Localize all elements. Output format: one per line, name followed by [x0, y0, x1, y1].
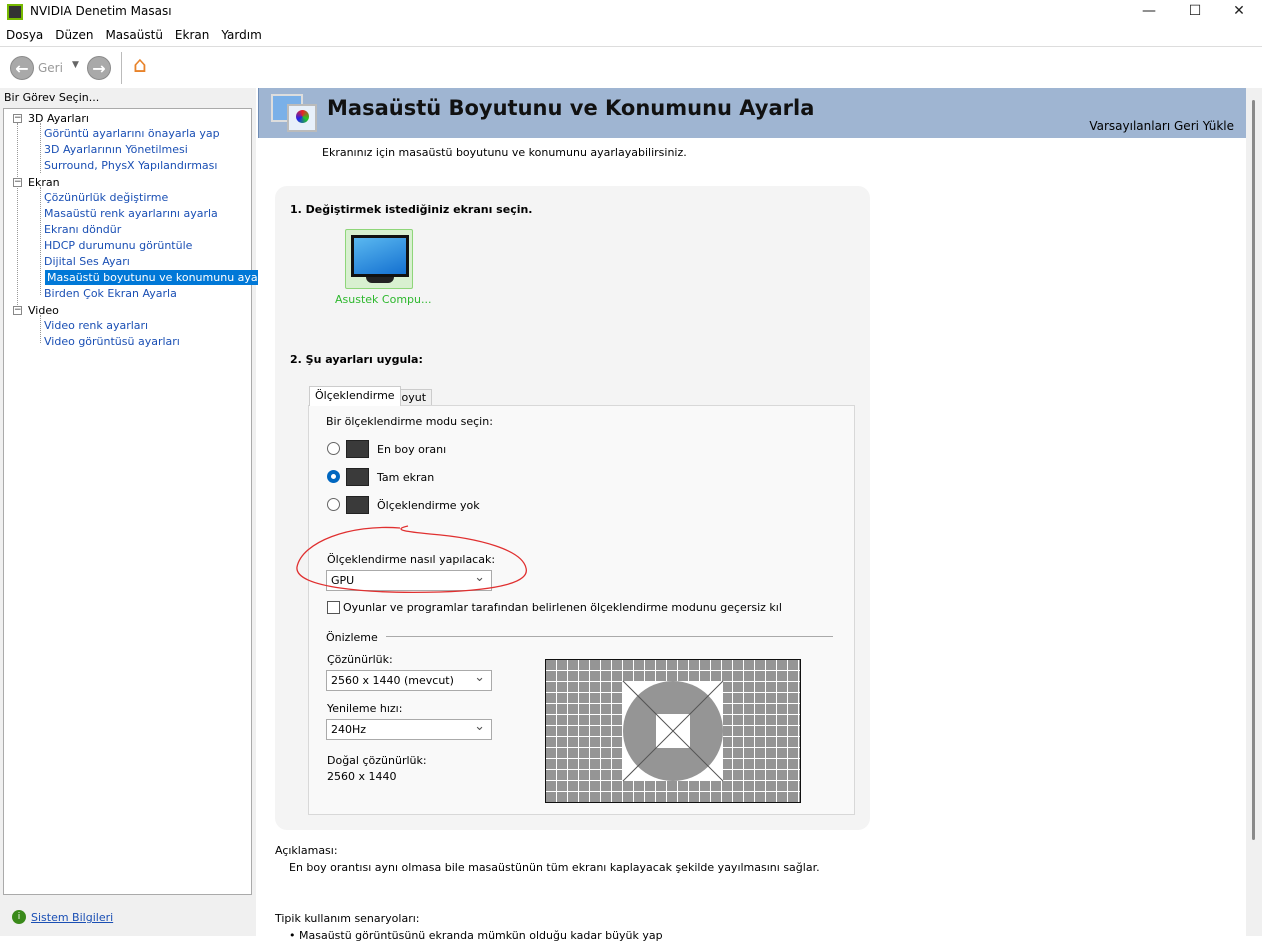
tree-item[interactable]: Ekranı döndür — [44, 222, 121, 237]
title-bar: NVIDIA Denetim Masası — ☐ ✕ — [0, 0, 1262, 24]
description-text: En boy orantısı aynı olmasa bile masaüst… — [289, 861, 820, 874]
tree-group-video[interactable]: Video — [28, 303, 59, 318]
forward-arrow-icon[interactable]: → — [87, 56, 111, 80]
tree-item[interactable]: 3D Ayarlarının Yönetilmesi — [44, 142, 188, 157]
tree-item[interactable]: Surround, PhysX Yapılandırması — [44, 158, 217, 173]
tree-item[interactable]: Dijital Ses Ayarı — [44, 254, 130, 269]
tree-item[interactable]: Video renk ayarları — [44, 318, 148, 333]
tree-item[interactable]: Video görüntüsü ayarları — [44, 334, 180, 349]
tree-item[interactable]: Masaüstü renk ayarlarını ayarla — [44, 206, 218, 221]
menu-masaustu[interactable]: Masaüstü — [99, 26, 168, 44]
usage-label: Tipik kullanım senaryoları: — [275, 912, 420, 925]
preview-divider — [386, 636, 833, 637]
close-button[interactable]: ✕ — [1216, 0, 1262, 24]
scrollbar-thumb[interactable] — [1252, 100, 1255, 840]
menu-bar: Dosya Düzen Masaüstü Ekran Yardım — [0, 26, 1262, 44]
back-arrow-icon[interactable]: ← — [10, 56, 34, 80]
description-label: Açıklaması: — [275, 844, 338, 857]
mode-prompt: Bir ölçeklendirme modu seçin: — [326, 415, 493, 428]
restore-defaults-link[interactable]: Varsayılanları Geri Yükle — [1089, 119, 1234, 133]
radio-full-screen[interactable] — [327, 470, 340, 483]
minimize-button[interactable]: — — [1126, 0, 1172, 24]
sidebar-title: Bir Görev Seçin... — [4, 91, 100, 104]
back-dropdown-icon[interactable]: ▼ — [72, 60, 79, 70]
scaling-preview — [545, 659, 801, 803]
tree-item[interactable]: Birden Çok Ekran Ayarla — [44, 286, 177, 301]
resolution-select[interactable]: 2560 x 1440 (mevcut) — [326, 670, 492, 691]
refresh-rate-label: Yenileme hızı: — [327, 702, 403, 715]
aspect-ratio-icon — [346, 440, 369, 458]
page-header: Masaüstü Boyutunu ve Konumunu Ayarla Var… — [258, 88, 1246, 138]
menu-ekran[interactable]: Ekran — [169, 26, 215, 44]
native-resolution-label: Doğal çözünürlük: — [327, 754, 427, 767]
tree-item[interactable]: Çözünürlük değiştirme — [44, 190, 168, 205]
task-tree[interactable]: − 3D Ayarları Görüntü ayarlarını önayarl… — [3, 108, 274, 895]
tree-group-ekran[interactable]: Ekran — [28, 175, 60, 190]
monitor-icon — [351, 235, 409, 277]
tree-item[interactable]: Görüntü ayarlarını önayarla yap — [44, 126, 220, 141]
tree-group-3d[interactable]: 3D Ayarları — [28, 111, 89, 126]
page-title: Masaüstü Boyutunu ve Konumunu Ayarla — [327, 96, 815, 120]
tree-item[interactable]: HDCP durumunu görüntüle — [44, 238, 192, 253]
tree-item-selected[interactable]: Masaüstü boyutunu ve konumunu ayarla — [45, 270, 274, 285]
display-name[interactable]: Asustek Compu... — [335, 293, 431, 306]
native-resolution-value: 2560 x 1440 — [327, 770, 397, 783]
radio-aspect-ratio[interactable] — [327, 442, 340, 455]
no-scaling-icon — [346, 496, 369, 514]
mode-label[interactable]: Tam ekran — [377, 471, 434, 484]
tab-olceklendirme[interactable]: Ölçeklendirme — [309, 386, 401, 406]
toolbar: ← Geri ▼ → ⌂ — [0, 46, 1262, 87]
system-info-icon: i — [12, 910, 26, 924]
toolbar-divider — [121, 52, 122, 84]
override-checkbox[interactable] — [327, 601, 340, 614]
back-button[interactable]: Geri — [38, 61, 63, 75]
step1-heading: 1. Değiştirmek istediğiniz ekranı seçin. — [290, 203, 533, 216]
window-title: NVIDIA Denetim Masası — [30, 4, 172, 18]
home-icon[interactable]: ⌂ — [133, 53, 147, 78]
red-annotation-ellipse — [296, 525, 527, 593]
step2-heading: 2. Şu ayarları uygula: — [290, 353, 423, 366]
preview-label: Önizleme — [326, 631, 378, 644]
desktop-size-icon — [271, 94, 317, 134]
display-asustek[interactable] — [345, 229, 413, 289]
nvidia-app-icon — [7, 4, 23, 20]
vertical-scrollbar[interactable] — [1246, 88, 1262, 936]
menu-duzen[interactable]: Düzen — [49, 26, 99, 44]
mode-label[interactable]: Ölçeklendirme yok — [377, 499, 480, 512]
maximize-button[interactable]: ☐ — [1172, 0, 1218, 24]
menu-dosya[interactable]: Dosya — [0, 26, 49, 44]
radio-no-scaling[interactable] — [327, 498, 340, 511]
system-info-link[interactable]: Sistem Bilgileri — [31, 911, 113, 924]
mode-label[interactable]: En boy oranı — [377, 443, 446, 456]
override-checkbox-label[interactable]: Oyunlar ve programlar tarafından belirle… — [343, 601, 782, 614]
resolution-label: Çözünürlük: — [327, 653, 393, 666]
intro-text: Ekranınız için masaüstü boyutunu ve konu… — [322, 146, 687, 159]
refresh-rate-select[interactable]: 240Hz — [326, 719, 492, 740]
full-screen-icon — [346, 468, 369, 486]
menu-yardim[interactable]: Yardım — [215, 26, 267, 44]
